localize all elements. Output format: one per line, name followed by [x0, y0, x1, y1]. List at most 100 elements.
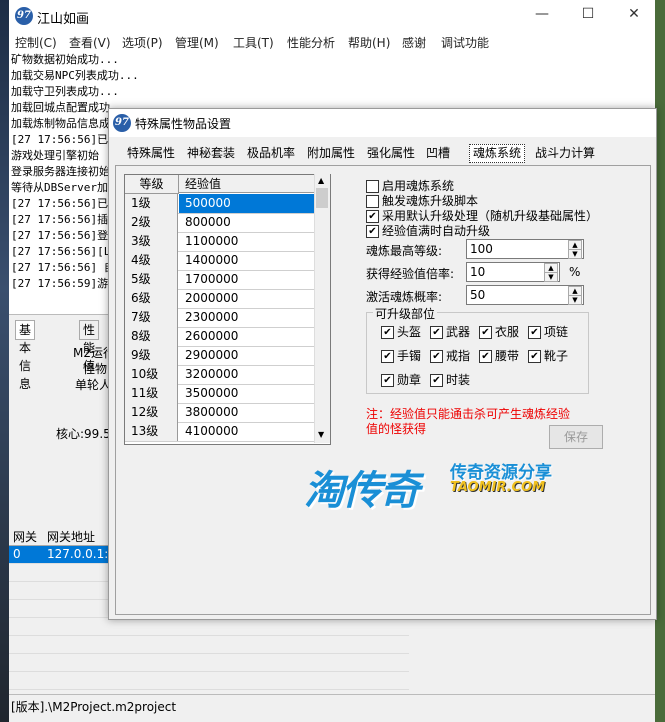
dialog-title-bar: 97 特殊属性物品设置: [109, 109, 656, 137]
exp-notice: 注：经验值只能通击杀可产生魂炼经验值的怪获得: [366, 407, 571, 436]
grid-cell-exp[interactable]: 3500000: [179, 384, 315, 403]
tab-socket[interactable]: 凹槽: [423, 143, 453, 163]
grid-row[interactable]: 1级 500000: [125, 194, 315, 214]
grid-cell-exp[interactable]: 1400000: [179, 251, 315, 270]
log-line: 游戏处理引擎初始: [11, 149, 99, 162]
grid-row[interactable]: 9级 2900000: [125, 346, 315, 366]
part-checkbox[interactable]: ✔: [528, 326, 541, 339]
grid-cell-exp[interactable]: 4100000: [179, 422, 315, 441]
auto-upgrade-checkbox[interactable]: ✔: [366, 225, 379, 238]
gateway-col-address: 网关地址: [47, 530, 96, 544]
grid-cell-exp[interactable]: 800000: [179, 213, 315, 232]
default-upgrade-checkbox[interactable]: ✔: [366, 210, 379, 223]
spin-down-icon[interactable]: ▼: [568, 249, 582, 259]
scroll-down-icon[interactable]: ▼: [318, 430, 324, 439]
tab-performance[interactable]: 性能值: [79, 320, 100, 373]
exp-rate-unit: %: [569, 265, 581, 279]
grid-cell-exp[interactable]: 2900000: [179, 346, 315, 365]
part-checkbox[interactable]: ✔: [479, 350, 492, 363]
grid-cell-exp[interactable]: 1100000: [179, 232, 315, 251]
grid-row[interactable]: 11级 3500000: [125, 384, 315, 404]
part-checkbox[interactable]: ✔: [381, 326, 394, 339]
grid-scrollbar[interactable]: ▲ ▼: [314, 174, 330, 443]
part-checkbox[interactable]: ✔: [381, 350, 394, 363]
menu-debug[interactable]: 调试功能: [441, 34, 489, 51]
tab-soul-refine[interactable]: 魂炼系统: [469, 144, 526, 163]
grid-cell-level: 6级: [125, 289, 178, 308]
tab-extra-attr[interactable]: 附加属性: [304, 143, 358, 163]
tab-combat-power[interactable]: 战斗力计算: [532, 143, 598, 163]
log-line: [27 17:56:56]已读: [11, 197, 120, 210]
grid-cell-exp[interactable]: 3200000: [179, 365, 315, 384]
save-button[interactable]: 保存: [549, 425, 603, 449]
grid-cell-level: 1级: [125, 194, 178, 213]
dialog-logo-icon: 97: [113, 114, 131, 132]
table-row[interactable]: [9, 672, 409, 690]
grid-row[interactable]: 3级 1100000: [125, 232, 315, 252]
spin-down-icon[interactable]: ▼: [544, 272, 558, 282]
menu-performance[interactable]: 性能分析: [287, 34, 335, 51]
level-exp-grid[interactable]: 等级 经验值 1级 500000 2级 800000 3级 1100000 4级 140000…: [124, 174, 331, 445]
tab-special-attr[interactable]: 特殊属性: [124, 143, 178, 163]
part-label: 头盔: [397, 325, 422, 339]
tab-basic-info[interactable]: 基本信息: [15, 320, 36, 391]
grid-cell-level: 2级: [125, 213, 178, 232]
part-checkbox[interactable]: ✔: [381, 374, 394, 387]
part-checkbox[interactable]: ✔: [430, 350, 443, 363]
log-line: [27 17:56:56]插件: [11, 213, 120, 226]
table-row[interactable]: 0 127.0.0.1:: [9, 546, 109, 564]
grid-cell-exp[interactable]: 3800000: [179, 403, 315, 422]
menu-tools[interactable]: 工具(T): [233, 34, 274, 51]
grid-cell-exp[interactable]: 2000000: [179, 289, 315, 308]
tab-rare-rate[interactable]: 极品机率: [244, 143, 298, 163]
grid-cell-exp[interactable]: 2600000: [179, 327, 315, 346]
grid-row[interactable]: 6级 2000000: [125, 289, 315, 309]
tab-enhance-attr[interactable]: 强化属性: [364, 143, 418, 163]
spin-down-icon[interactable]: ▼: [568, 295, 582, 305]
activate-rate-input[interactable]: 50 ▲ ▼: [466, 285, 584, 305]
menu-view[interactable]: 查看(V): [69, 34, 111, 51]
table-row[interactable]: [9, 618, 409, 636]
menu-help[interactable]: 帮助(H): [348, 34, 390, 51]
grid-row[interactable]: 2级 800000: [125, 213, 315, 233]
enable-soul-refine-checkbox[interactable]: [366, 180, 379, 193]
menu-thanks[interactable]: 感谢: [402, 34, 426, 51]
grid-row[interactable]: 5级 1700000: [125, 270, 315, 290]
part-checkbox[interactable]: ✔: [479, 326, 492, 339]
grid-cell-exp[interactable]: 1700000: [179, 270, 315, 289]
stat-rounds: 单轮人: [75, 378, 112, 392]
scroll-up-icon[interactable]: ▲: [318, 176, 324, 185]
exp-rate-input[interactable]: 10 ▲ ▼: [466, 262, 560, 282]
log-line: 加载回城点配置成功: [11, 101, 110, 114]
grid-row[interactable]: 8级 2600000: [125, 327, 315, 347]
grid-cell-exp[interactable]: 2300000: [179, 308, 315, 327]
menu-options[interactable]: 选项(P): [122, 34, 163, 51]
grid-row[interactable]: 13级 4100000: [125, 422, 315, 442]
scroll-thumb[interactable]: [316, 188, 328, 208]
table-row[interactable]: [9, 636, 409, 654]
grid-row[interactable]: 12级 3800000: [125, 403, 315, 423]
maximize-button[interactable]: ☐: [573, 6, 603, 22]
grid-cell-exp[interactable]: 500000: [179, 194, 315, 213]
grid-cell-level: 5级: [125, 270, 178, 289]
grid-cell-level: 3级: [125, 232, 178, 251]
table-row[interactable]: [9, 654, 409, 672]
grid-row[interactable]: 4级 1400000: [125, 251, 315, 271]
part-checkbox[interactable]: ✔: [528, 350, 541, 363]
menu-manage[interactable]: 管理(M): [175, 34, 219, 51]
trigger-script-checkbox[interactable]: [366, 195, 379, 208]
part-checkbox[interactable]: ✔: [430, 374, 443, 387]
max-level-input[interactable]: 100 ▲ ▼: [466, 239, 584, 259]
log-line: 加载守卫列表成功...: [11, 85, 119, 98]
auto-upgrade-label: 经验值满时自动升级: [382, 224, 491, 238]
part-label: 项链: [544, 325, 569, 339]
close-button[interactable]: ✕: [619, 6, 649, 22]
minimize-button[interactable]: —: [527, 6, 557, 22]
menu-control[interactable]: 控制(C): [15, 34, 57, 51]
part-label: 靴子: [544, 349, 569, 363]
grid-row[interactable]: 7级 2300000: [125, 308, 315, 328]
tab-mystery-set[interactable]: 神秘套装: [184, 143, 238, 163]
grid-row[interactable]: 10级 3200000: [125, 365, 315, 385]
log-line: 登录服务器连接初始: [11, 165, 110, 178]
part-checkbox[interactable]: ✔: [430, 326, 443, 339]
